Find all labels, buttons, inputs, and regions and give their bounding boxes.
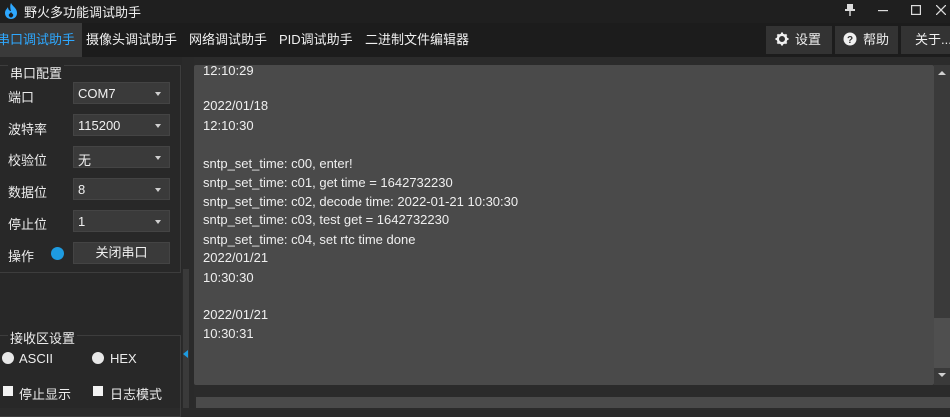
chevron-down-icon <box>155 188 161 192</box>
left-config-pane: 串口配置 端口 COM7 波特率 115200 校验位 无 数据位 8 停止位 … <box>0 57 182 417</box>
hex-label: HEX <box>110 351 137 366</box>
scroll-down-icon[interactable] <box>938 373 946 377</box>
stopbits-value: 1 <box>78 214 86 229</box>
log-mode-checkbox[interactable] <box>93 386 103 396</box>
operation-label: 操作 <box>8 249 35 264</box>
receive-settings-title: 接收区设置 <box>8 328 78 347</box>
tab-binary-editor[interactable]: 二进制文件编辑器 <box>365 23 469 57</box>
window-title: 野火多功能调试助手 <box>24 5 142 20</box>
parity-value: 无 <box>78 153 92 168</box>
gear-icon <box>775 32 789 46</box>
stop-display-checkbox[interactable] <box>3 386 13 396</box>
maximize-icon <box>911 5 922 16</box>
send-area[interactable] <box>196 397 950 408</box>
log-line: 10:30:31 <box>203 326 254 341</box>
tab-bar: 串口调试助手 摄像头调试助手 网络调试助手 PID调试助手 二进制文件编辑器 设… <box>0 23 950 57</box>
minimize-icon <box>878 10 888 12</box>
collapse-left-icon[interactable] <box>183 350 188 358</box>
log-line: 10:30:30 <box>203 270 254 285</box>
close-icon <box>935 4 947 16</box>
tab-serial-assistant[interactable]: 串口调试助手 <box>0 23 82 57</box>
port-combo[interactable]: COM7 <box>73 82 170 104</box>
log-line: 2022/01/18 <box>203 98 269 113</box>
tab-pid-assistant[interactable]: PID调试助手 <box>279 23 353 57</box>
serial-config-title: 串口配置 <box>8 63 65 82</box>
log-line: sntp_set_time: c00, enter! <box>203 156 353 171</box>
chevron-down-icon <box>155 156 161 160</box>
tab-camera-assistant[interactable]: 摄像头调试助手 <box>86 23 177 57</box>
log-line: sntp_set_time: c02, decode time: 2022-01… <box>203 194 519 209</box>
help-icon: ? <box>843 32 857 46</box>
help-label: 帮助 <box>863 32 890 47</box>
hex-radio[interactable] <box>92 352 104 364</box>
chevron-down-icon <box>155 124 161 128</box>
title-bar: 野火多功能调试助手 <box>0 0 950 23</box>
stopbits-label: 停止位 <box>8 217 48 232</box>
log-line: sntp_set_time: c01, get time = 164273223… <box>203 175 453 190</box>
log-line: 12:10:29 <box>203 65 254 78</box>
pane-splitter[interactable] <box>182 57 194 408</box>
stop-display-label: 停止显示 <box>19 387 72 402</box>
settings-label: 设置 <box>795 32 822 47</box>
log-line: 12:10:30 <box>203 118 254 133</box>
about-button[interactable]: 关于... <box>901 26 950 54</box>
settings-button[interactable]: 设置 <box>766 26 832 54</box>
baud-value: 115200 <box>78 118 121 133</box>
parity-label: 校验位 <box>8 153 48 168</box>
pin-icon <box>845 4 855 16</box>
log-line: sntp_set_time: c03, test get = 164273223… <box>203 212 450 227</box>
help-button[interactable]: ? 帮助 <box>835 26 898 54</box>
splitter-handle[interactable] <box>183 269 189 408</box>
port-value: COM7 <box>78 86 116 101</box>
close-port-button[interactable]: 关闭串口 <box>73 242 170 264</box>
chevron-down-icon <box>155 92 161 96</box>
receive-scrollbar[interactable] <box>934 65 950 385</box>
stopbits-combo[interactable]: 1 <box>73 210 170 232</box>
log-line: 2022/01/21 <box>203 307 269 322</box>
ascii-label: ASCII <box>19 351 53 366</box>
ascii-radio[interactable] <box>2 352 14 364</box>
baud-label: 波特率 <box>8 122 48 137</box>
chevron-down-icon <box>155 220 161 224</box>
receive-settings-group <box>0 335 181 417</box>
log-line: 2022/01/21 <box>203 250 269 265</box>
scrollbar-thumb[interactable] <box>934 318 950 368</box>
databits-value: 8 <box>78 182 86 197</box>
databits-label: 数据位 <box>8 185 48 200</box>
receive-area[interactable]: 12:10:29 2022/01/18 12:10:30 sntp_set_ti… <box>194 65 934 385</box>
flame-app-icon <box>5 3 17 19</box>
svg-text:?: ? <box>847 35 853 46</box>
maximize-button[interactable] <box>900 0 932 23</box>
log-line: sntp_set_time: c04, set rtc time done <box>203 232 416 247</box>
databits-combo[interactable]: 8 <box>73 178 170 200</box>
port-label: 端口 <box>8 90 35 105</box>
pin-button[interactable] <box>834 0 866 23</box>
baud-combo[interactable]: 115200 <box>73 114 170 136</box>
close-button[interactable] <box>932 0 950 23</box>
minimize-button[interactable] <box>867 0 899 23</box>
parity-combo[interactable]: 无 <box>73 146 170 168</box>
port-status-indicator <box>51 247 64 260</box>
tab-network-assistant[interactable]: 网络调试助手 <box>189 23 267 57</box>
scroll-up-icon[interactable] <box>938 71 946 75</box>
log-mode-label: 日志模式 <box>110 387 163 402</box>
